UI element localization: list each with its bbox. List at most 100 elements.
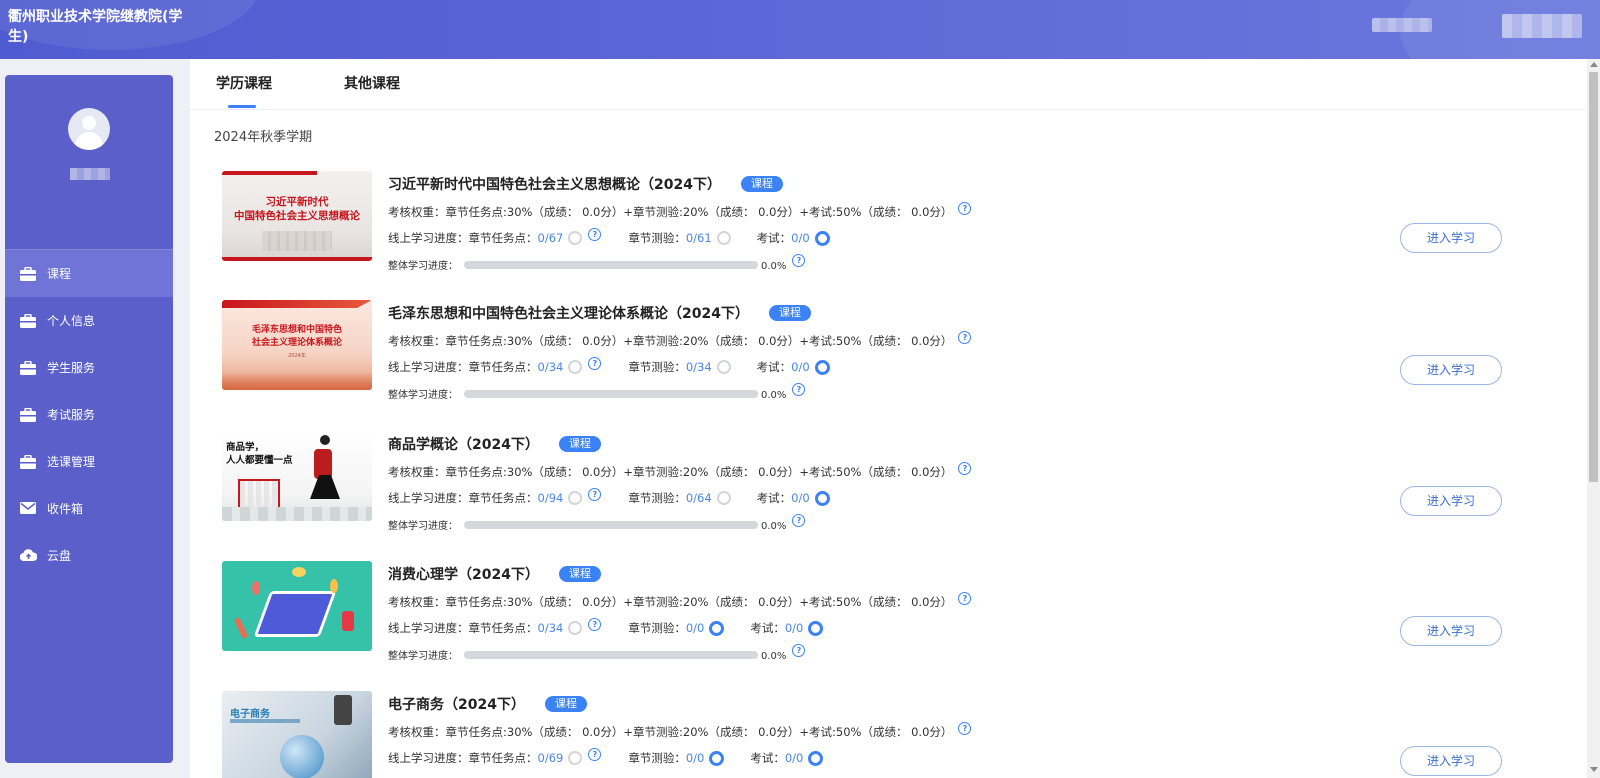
progress-ring-icon (568, 621, 583, 635)
course-name[interactable]: 商品学概论（2024下） 课程 (388, 434, 601, 454)
course-item: 毛泽东思想和中国特色 社会主义理论体系概论 2024年 毛泽东思想和中国特色社会… (222, 300, 1542, 420)
briefcase-icon (20, 360, 37, 375)
online-progress-row: 线上学习进度： 章节任务点： 0/69 ? 章节测验： 0/0 考试： 0/0 (388, 747, 824, 766)
progress-ring-icon (568, 231, 583, 245)
help-icon[interactable]: ? (588, 487, 602, 501)
tab-degree-courses[interactable]: 学历课程 (216, 73, 272, 93)
course-thumbnail[interactable] (222, 561, 372, 651)
avatar[interactable] (68, 108, 110, 150)
top-header: 衢州职业技术学院继教院(学生) (0, 0, 1600, 59)
briefcase-icon (20, 266, 37, 281)
course-name-text[interactable]: 商品学概论（2024下） (388, 437, 539, 453)
assessment-weight-row: 考核权重： 章节任务点:30%（成绩： 0.0分）+章节测验:20%（成绩： 0… (388, 721, 972, 740)
user-info-blurred[interactable] (1372, 18, 1432, 32)
sidebar-item-label: 云盘 (47, 549, 72, 563)
sidebar-item-personal-info[interactable]: 个人信息 (5, 297, 173, 344)
help-icon[interactable]: ? (958, 330, 972, 344)
chapter-test-label: 章节测验： (628, 231, 686, 245)
sidebar-item-inbox[interactable]: 收件箱 (5, 485, 173, 532)
active-tab-indicator (228, 105, 256, 108)
chapter-test-value: 0/0 (685, 751, 705, 765)
weight-label: 考核权重： (388, 334, 446, 348)
course-thumbnail[interactable]: 毛泽东思想和中国特色 社会主义理论体系概论 2024年 (222, 300, 372, 390)
online-progress-row: 线上学习进度： 章节任务点： 0/67 ? 章节测验： 0/61 考试： 0/0 (388, 227, 830, 246)
tab-other-courses[interactable]: 其他课程 (344, 73, 400, 93)
task-points-label: 章节任务点： (468, 491, 538, 505)
semester-title: 2024年秋季学期 (214, 130, 313, 145)
help-icon[interactable]: ? (792, 254, 806, 267)
help-icon[interactable]: ? (588, 747, 602, 761)
sidebar-item-cloud-drive[interactable]: 云盘 (5, 532, 173, 579)
overall-progress-bar (464, 389, 758, 398)
enter-study-button[interactable]: 进入学习 (1400, 746, 1502, 776)
course-name-text[interactable]: 习近平新时代中国特色社会主义思想概论（2024下） (388, 177, 721, 193)
help-icon[interactable]: ? (792, 514, 806, 527)
course-name[interactable]: 电子商务（2024下） 课程 (388, 694, 587, 714)
enter-study-button[interactable]: 进入学习 (1400, 355, 1502, 385)
scrollbar-thumb[interactable] (1589, 72, 1598, 482)
chapter-test-value: 0/34 (685, 360, 712, 374)
chapter-test-label: 章节测验： (628, 491, 686, 505)
task-points-value: 0/69 (537, 751, 564, 765)
sidebar-menu: 课程 个人信息 学生服务 考试服务 选课管理 收件箱 云盘 (5, 249, 173, 579)
briefcase-icon (20, 407, 37, 422)
weight-text: 章节任务点:30%（成绩： 0.0分）+章节测验:20%（成绩： 0.0分）+考… (445, 725, 953, 739)
help-icon[interactable]: ? (588, 227, 602, 241)
sidebar-item-exam-services[interactable]: 考试服务 (5, 391, 173, 438)
online-progress-label: 线上学习进度： (388, 360, 469, 374)
course-name[interactable]: 习近平新时代中国特色社会主义思想概论（2024下） 课程 (388, 174, 783, 194)
help-icon[interactable]: ? (792, 644, 806, 657)
course-tabs: 学历课程 其他课程 (190, 59, 1587, 110)
weight-text: 章节任务点:30%（成绩： 0.0分）+章节测验:20%（成绩： 0.0分）+考… (445, 465, 953, 479)
mail-icon (20, 501, 37, 516)
help-icon[interactable]: ? (588, 356, 602, 370)
user-name-blurred[interactable] (1502, 14, 1582, 38)
sidebar-item-label: 收件箱 (47, 502, 84, 516)
chapter-test-label: 章节测验： (628, 360, 686, 374)
enter-study-button[interactable]: 进入学习 (1400, 486, 1502, 516)
scroll-down-arrow-icon[interactable] (1590, 767, 1598, 772)
sidebar-item-courses[interactable]: 课程 (5, 250, 173, 297)
exam-value: 0/0 (791, 231, 810, 245)
enter-study-button[interactable]: 进入学习 (1400, 616, 1502, 646)
course-badge: 课程 (740, 176, 783, 192)
course-badge: 课程 (768, 305, 811, 321)
course-name-text[interactable]: 消费心理学（2024下） (388, 567, 539, 583)
course-thumbnail[interactable]: 商品学， 人人都要懂一点 (222, 431, 372, 521)
progress-ring-icon (808, 750, 824, 766)
sidebar-item-label: 选课管理 (47, 455, 96, 469)
scrollbar[interactable] (1587, 59, 1600, 778)
course-name[interactable]: 消费心理学（2024下） 课程 (388, 564, 601, 584)
exam-value: 0/0 (791, 491, 810, 505)
overall-progress-value: 0.0% (761, 261, 787, 272)
online-progress-label: 线上学习进度： (388, 231, 469, 245)
course-thumbnail[interactable]: 习近平新时代 中国特色社会主义思想概论 (222, 171, 372, 261)
course-name-text[interactable]: 电子商务（2024下） (388, 697, 525, 713)
task-points-label: 章节任务点： (468, 231, 538, 245)
progress-ring-icon (716, 360, 731, 374)
help-icon[interactable]: ? (958, 201, 972, 215)
help-icon[interactable]: ? (958, 591, 972, 605)
online-progress-label: 线上学习进度： (388, 491, 469, 505)
help-icon[interactable]: ? (588, 617, 602, 631)
help-icon[interactable]: ? (958, 721, 972, 735)
help-icon[interactable]: ? (958, 461, 972, 475)
cloud-upload-icon (20, 548, 37, 563)
thumbnail-title: 习近平新时代 中国特色社会主义思想概论 (234, 196, 360, 222)
online-progress-row: 线上学习进度： 章节任务点： 0/34 ? 章节测验： 0/34 考试： 0/0 (388, 356, 830, 375)
sidebar-item-student-services[interactable]: 学生服务 (5, 344, 173, 391)
online-progress-row: 线上学习进度： 章节任务点： 0/34 ? 章节测验： 0/0 考试： 0/0 (388, 617, 824, 636)
task-points-label: 章节任务点： (468, 360, 538, 374)
task-points-label: 章节任务点： (468, 751, 538, 765)
sidebar-item-course-selection[interactable]: 选课管理 (5, 438, 173, 485)
weight-label: 考核权重： (388, 595, 446, 609)
enter-study-button[interactable]: 进入学习 (1400, 223, 1502, 253)
help-icon[interactable]: ? (792, 383, 806, 396)
course-name-text[interactable]: 毛泽东思想和中国特色社会主义理论体系概论（2024下） (388, 306, 749, 322)
scroll-up-arrow-icon[interactable] (1590, 62, 1598, 67)
sidebar-item-label: 学生服务 (47, 361, 96, 375)
weight-text: 章节任务点:30%（成绩： 0.0分）+章节测验:20%（成绩： 0.0分）+考… (445, 334, 953, 348)
task-points-label: 章节任务点： (468, 621, 538, 635)
course-thumbnail[interactable]: 电子商务 (222, 691, 372, 778)
course-name[interactable]: 毛泽东思想和中国特色社会主义理论体系概论（2024下） 课程 (388, 303, 811, 323)
